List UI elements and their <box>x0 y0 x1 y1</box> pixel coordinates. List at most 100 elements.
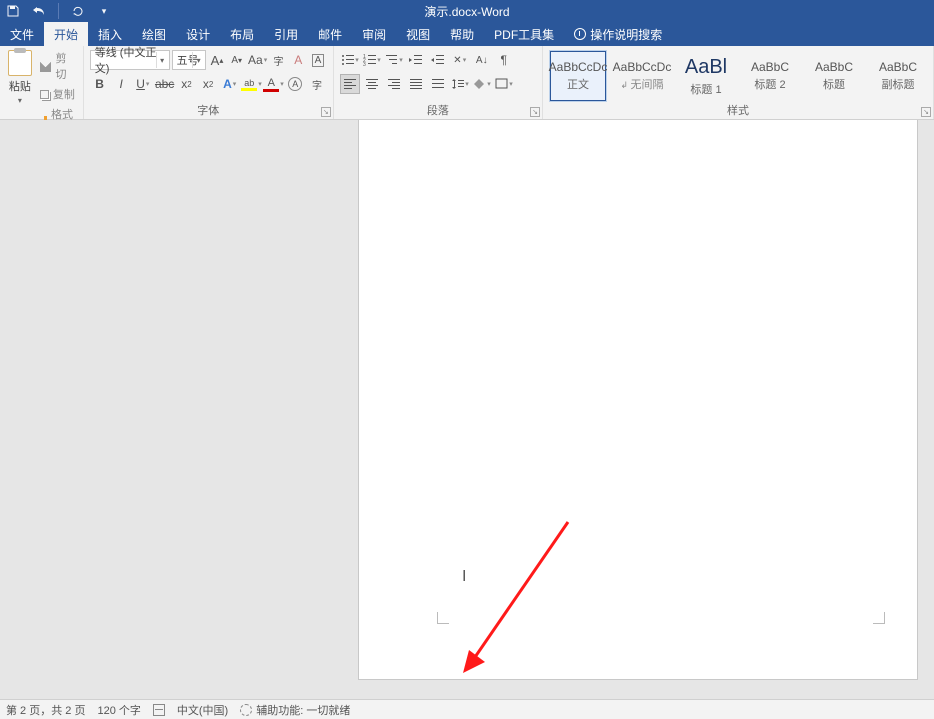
undo-icon[interactable] <box>32 4 46 18</box>
app-name: Word <box>481 5 509 19</box>
tell-me-search[interactable]: 操作说明搜索 <box>564 22 672 46</box>
group-label-font: 字体 <box>197 105 219 117</box>
style-preview: AaBbC <box>751 60 789 74</box>
font-color-button[interactable]: A▾ <box>264 74 284 94</box>
status-proofing[interactable] <box>153 704 165 716</box>
numbering-button[interactable]: 123▾ <box>362 50 382 70</box>
asian-layout-button[interactable]: ✕▾ <box>450 50 470 70</box>
align-justify-button[interactable] <box>406 74 426 94</box>
font-size-combo[interactable]: 五号▾ <box>172 50 206 70</box>
grow-font-button[interactable]: A▴ <box>208 50 226 70</box>
accessibility-icon <box>240 704 252 716</box>
qat-customize-icon[interactable]: ▾ <box>97 4 111 18</box>
text-effects-button[interactable]: A▾ <box>220 74 240 94</box>
status-bar: 第 2 页，共 2 页 120 个字 中文(中国) 辅助功能: 一切就绪 <box>0 699 934 719</box>
style-name: 标题 <box>823 76 845 92</box>
line-spacing-button[interactable]: ▾ <box>450 74 470 94</box>
status-page[interactable]: 第 2 页，共 2 页 <box>6 702 85 718</box>
ribbon-tabs: 文件 开始 插入 绘图 设计 布局 引用 邮件 审阅 视图 帮助 PDF工具集 … <box>0 22 934 46</box>
borders-button[interactable]: ▾ <box>494 74 514 94</box>
align-distributed-button[interactable] <box>428 74 448 94</box>
tab-view[interactable]: 视图 <box>396 22 440 46</box>
tab-mailings[interactable]: 邮件 <box>308 22 352 46</box>
style-item-1[interactable]: AaBbCcDc 无间隔 <box>613 50 671 102</box>
style-name: 无间隔 <box>620 76 663 92</box>
redo-icon[interactable] <box>71 4 85 18</box>
clear-formatting-button[interactable]: A <box>289 50 307 70</box>
align-left-button[interactable] <box>340 74 360 94</box>
character-shading-button[interactable]: A <box>286 74 306 94</box>
highlight-button[interactable]: ab▾ <box>242 74 262 94</box>
group-clipboard: 粘贴 ▾ 剪切 复制 格式刷 剪贴板 ↘ <box>0 46 84 119</box>
sort-button[interactable]: A↓ <box>472 50 492 70</box>
text-cursor-icon: I <box>462 568 466 586</box>
styles-dialog-launcher[interactable]: ↘ <box>921 107 931 117</box>
status-language[interactable]: 中文(中国) <box>177 702 228 718</box>
style-item-3[interactable]: AaBbC 标题 2 <box>741 50 799 102</box>
tab-design[interactable]: 设计 <box>176 22 220 46</box>
group-label-paragraph: 段落 <box>427 105 449 117</box>
paste-icon <box>8 50 32 76</box>
align-right-button[interactable] <box>384 74 404 94</box>
chevron-down-icon: ▾ <box>192 52 204 68</box>
page-1[interactable] <box>358 120 918 680</box>
tab-layout[interactable]: 布局 <box>220 22 264 46</box>
group-styles: AaBbCcDc正文AaBbCcDc无间隔AaBl标题 1AaBbC标题 2Aa… <box>543 46 934 119</box>
font-name-combo[interactable]: 等线 (中文正文)▾ <box>90 50 170 70</box>
style-name: 标题 1 <box>690 81 721 97</box>
paste-button[interactable]: 粘贴 ▾ <box>6 50 34 105</box>
paragraph-dialog-launcher[interactable]: ↘ <box>530 107 540 117</box>
style-name: 标题 2 <box>754 76 785 92</box>
style-item-4[interactable]: AaBbC标题 <box>805 50 863 102</box>
increase-indent-button[interactable] <box>428 50 448 70</box>
align-center-button[interactable] <box>362 74 382 94</box>
cut-button[interactable]: 剪切 <box>40 50 77 82</box>
tab-help[interactable]: 帮助 <box>440 22 484 46</box>
change-case-button[interactable]: Aa▾ <box>248 50 268 70</box>
bullets-button[interactable]: ▾ <box>340 50 360 70</box>
multilevel-list-button[interactable]: ▾ <box>384 50 404 70</box>
phonetic-guide-button[interactable]: 字 <box>270 50 288 70</box>
save-icon[interactable] <box>6 4 20 18</box>
group-paragraph: ▾ 123▾ ▾ ✕▾ A↓ ¶ ▾ ▾ ▾ <box>334 46 543 119</box>
cut-icon <box>40 60 52 72</box>
style-name: 副标题 <box>882 76 915 92</box>
status-word-count[interactable]: 120 个字 <box>97 702 140 718</box>
tab-insert[interactable]: 插入 <box>88 22 132 46</box>
underline-button[interactable]: U▾ <box>133 74 153 94</box>
style-item-5[interactable]: AaBbC副标题 <box>869 50 927 102</box>
document-area[interactable]: I <box>0 120 934 696</box>
tab-review[interactable]: 审阅 <box>352 22 396 46</box>
style-preview: AaBbCcDc <box>613 60 672 74</box>
shading-button[interactable]: ▾ <box>472 74 492 94</box>
superscript-button[interactable]: x2 <box>198 74 218 94</box>
copy-button[interactable]: 复制 <box>40 86 77 102</box>
bold-button[interactable]: B <box>90 74 110 94</box>
shrink-font-button[interactable]: A▾ <box>228 50 246 70</box>
font-dialog-launcher[interactable]: ↘ <box>321 107 331 117</box>
tab-home[interactable]: 开始 <box>44 22 88 46</box>
style-item-0[interactable]: AaBbCcDc正文 <box>549 50 607 102</box>
tab-pdf-tools[interactable]: PDF工具集 <box>484 22 564 46</box>
document-name: 演示.docx <box>424 3 477 20</box>
tell-me-label: 操作说明搜索 <box>590 26 662 43</box>
status-accessibility[interactable]: 辅助功能: 一切就绪 <box>240 702 350 718</box>
italic-button[interactable]: I <box>111 74 131 94</box>
decrease-indent-button[interactable] <box>406 50 426 70</box>
tab-references[interactable]: 引用 <box>264 22 308 46</box>
window-title: 演示.docx - Word <box>0 3 934 20</box>
strikethrough-button[interactable]: abc <box>155 74 175 94</box>
style-item-2[interactable]: AaBl标题 1 <box>677 50 735 102</box>
svg-text:3: 3 <box>363 62 366 66</box>
enclose-characters-button[interactable]: 字 <box>307 74 327 94</box>
show-marks-button[interactable]: ¶ <box>494 50 514 70</box>
style-preview: AaBbCcDc <box>549 60 608 74</box>
character-border-button[interactable]: A <box>309 50 327 70</box>
proofing-icon <box>153 704 165 716</box>
subscript-button[interactable]: x2 <box>177 74 197 94</box>
tab-file[interactable]: 文件 <box>0 22 44 46</box>
group-label-styles: 样式 <box>727 105 749 117</box>
copy-icon <box>40 90 49 99</box>
tab-draw[interactable]: 绘图 <box>132 22 176 46</box>
quick-access-toolbar: ▾ <box>0 3 117 19</box>
